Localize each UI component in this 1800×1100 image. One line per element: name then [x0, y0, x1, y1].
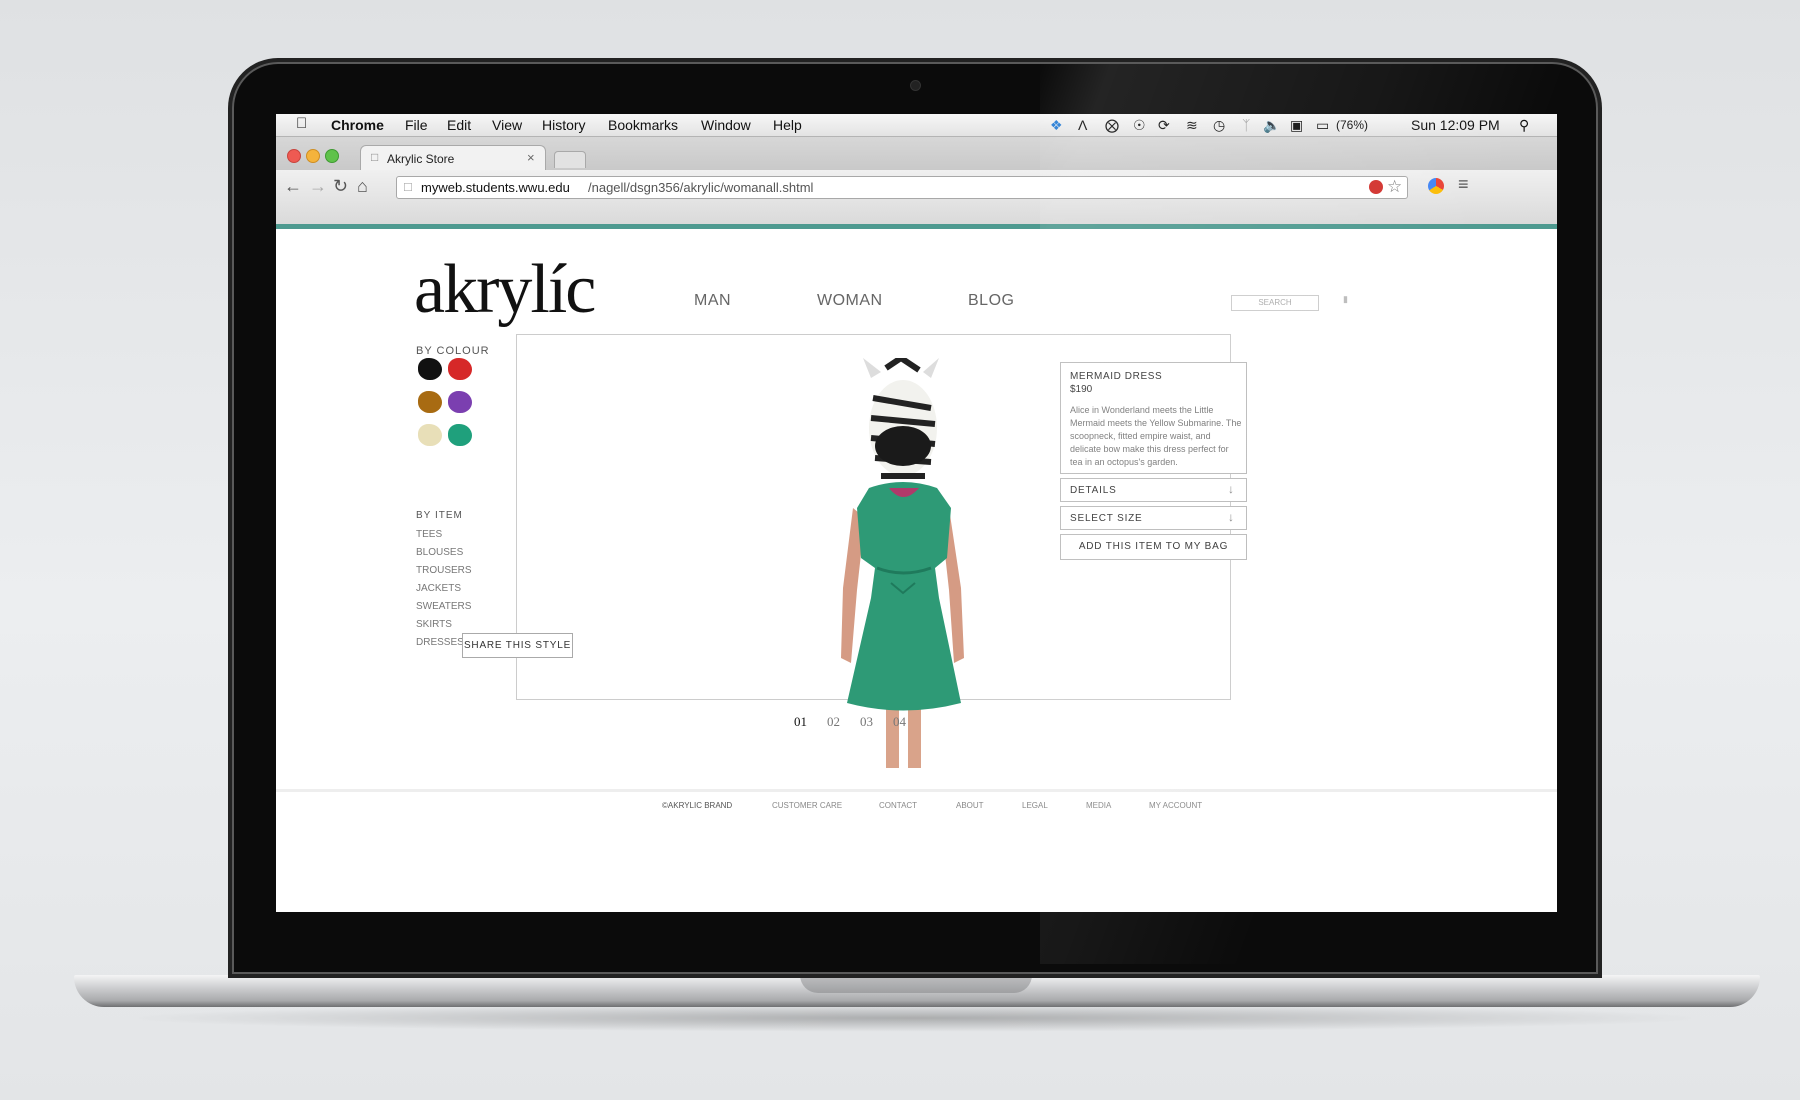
laptop-shadow — [110, 1004, 1720, 1032]
laptop-notch — [800, 975, 1032, 993]
time-machine-icon[interactable]: ◷ — [1213, 117, 1225, 134]
close-window-button[interactable] — [287, 149, 301, 163]
product-info-card: MERMAID DRESS $190 Alice in Wonderland m… — [1060, 362, 1247, 474]
menu-history[interactable]: History — [542, 117, 586, 133]
battery-percent: (76%) — [1336, 118, 1369, 132]
volume-icon[interactable]: 🔈 — [1263, 117, 1280, 134]
bluetooth-share-icon[interactable]: ☉ — [1133, 117, 1146, 134]
select-size-label: SELECT SIZE — [1070, 513, 1143, 524]
details-label: DETAILS — [1070, 485, 1117, 496]
spotlight-search-icon[interactable]: ⚲ — [1519, 117, 1529, 134]
accent-bar — [276, 224, 1557, 229]
bluetooth-icon[interactable]: ᛉ — [1242, 117, 1250, 133]
bag-icon[interactable]: ▮ — [1343, 294, 1348, 305]
address-bar[interactable]: □ myweb.students.wwu.edu /nagell/dsgn356… — [396, 176, 1408, 199]
add-to-bag-button[interactable]: ADD THIS ITEM TO MY BAG — [1060, 534, 1247, 560]
page-icon: □ — [371, 150, 379, 164]
chevron-down-icon: ↓ — [1228, 482, 1235, 496]
select-size-dropdown[interactable]: SELECT SIZE ↓ — [1060, 506, 1247, 530]
footer-contact[interactable]: CONTACT — [879, 801, 917, 810]
menu-app-name[interactable]: Chrome — [331, 117, 384, 133]
battery-icon[interactable]: ▭ — [1316, 117, 1329, 134]
item-tees[interactable]: TEES — [416, 529, 442, 540]
item-trousers[interactable]: TROUSERS — [416, 565, 472, 576]
details-dropdown[interactable]: DETAILS ↓ — [1060, 478, 1247, 502]
item-jackets[interactable]: JACKETS — [416, 583, 461, 594]
clock[interactable]: Sun 12:09 PM — [1411, 117, 1500, 133]
item-skirts[interactable]: SKIRTS — [416, 619, 452, 630]
display-icon[interactable]: ▣ — [1290, 117, 1303, 134]
page-03[interactable]: 03 — [860, 714, 873, 730]
tab-strip: □ Akrylic Store × — [276, 137, 1557, 171]
screen:  Chrome File Edit View History Bookmark… — [276, 114, 1557, 912]
menu-file[interactable]: File — [405, 117, 428, 133]
menu-edit[interactable]: Edit — [447, 117, 471, 133]
close-tab-icon[interactable]: × — [527, 150, 535, 165]
nav-woman[interactable]: WOMAN — [817, 292, 883, 310]
back-icon[interactable]: ← — [284, 176, 302, 197]
colour-swatch[interactable] — [448, 424, 472, 446]
colour-swatch[interactable] — [448, 391, 472, 413]
dropbox-icon[interactable]: ❖ — [1050, 117, 1063, 134]
chevron-down-icon: ↓ — [1228, 510, 1235, 524]
menu-icon[interactable]: ≡ — [1458, 174, 1469, 195]
search-input[interactable]: SEARCH — [1231, 295, 1319, 311]
menu-help[interactable]: Help — [773, 117, 802, 133]
footer-my-account[interactable]: MY ACCOUNT — [1149, 801, 1202, 810]
tab-akrylic-store[interactable]: □ Akrylic Store × — [360, 145, 546, 171]
site-logo[interactable]: akrylíc — [414, 250, 596, 330]
camera — [911, 81, 920, 90]
page-01[interactable]: 01 — [794, 714, 807, 730]
tab-title: Akrylic Store — [387, 152, 455, 166]
forward-icon[interactable]: → — [309, 176, 327, 197]
item-blouses[interactable]: BLOUSES — [416, 547, 463, 558]
site-footer: ©AKRYLIC BRAND CUSTOMER CARE CONTACT ABO… — [276, 789, 1557, 816]
new-tab-button[interactable] — [554, 151, 586, 168]
product-price: $190 — [1070, 384, 1093, 395]
sync-status-icon[interactable]: ⨂ — [1105, 117, 1119, 134]
reload-icon[interactable]: ↻ — [333, 176, 348, 197]
colour-swatch[interactable] — [418, 358, 442, 380]
footer-media[interactable]: MEDIA — [1086, 801, 1111, 810]
colour-swatch[interactable] — [418, 391, 442, 413]
product-description: Alice in Wonderland meets the Little Mer… — [1070, 405, 1242, 467]
menu-view[interactable]: View — [492, 117, 522, 133]
page-icon: □ — [404, 179, 412, 194]
footer-legal[interactable]: LEGAL — [1022, 801, 1048, 810]
by-colour-heading: BY COLOUR — [416, 345, 490, 357]
nav-blog[interactable]: BLOG — [968, 292, 1014, 310]
page-04[interactable]: 04 — [893, 714, 906, 730]
url-host: myweb.students.wwu.edu — [421, 180, 570, 195]
colour-swatch[interactable] — [418, 424, 442, 446]
bookmark-star-icon[interactable]: ☆ — [1387, 177, 1402, 197]
menu-bookmarks[interactable]: Bookmarks — [608, 117, 678, 133]
mac-menubar:  Chrome File Edit View History Bookmark… — [276, 114, 1557, 137]
browser-toolbar: ← → ↻ ⌂ □ myweb.students.wwu.edu /nagell… — [276, 170, 1557, 225]
footer-about[interactable]: ABOUT — [956, 801, 984, 810]
nav-man[interactable]: MAN — [694, 292, 731, 310]
zoom-window-button[interactable] — [325, 149, 339, 163]
minimize-window-button[interactable] — [306, 149, 320, 163]
footer-copyright: ©AKRYLIC BRAND — [662, 801, 733, 810]
footer-customer-care[interactable]: CUSTOMER CARE — [772, 801, 842, 810]
apple-icon[interactable]:  — [296, 115, 307, 132]
product-photo — [841, 358, 964, 768]
extension-icon[interactable] — [1428, 178, 1444, 194]
home-icon[interactable]: ⌂ — [357, 176, 368, 197]
item-sweaters[interactable]: SWEATERS — [416, 601, 471, 612]
adblock-icon[interactable] — [1369, 180, 1383, 194]
colour-swatch[interactable] — [448, 358, 472, 380]
adobe-icon[interactable]: Λ — [1078, 117, 1087, 133]
by-item-heading: BY ITEM — [416, 510, 463, 521]
wifi-icon[interactable]: ≋ — [1186, 117, 1198, 134]
url-path: /nagell/dsgn356/akrylic/womanall.shtml — [588, 180, 814, 195]
refresh-icon[interactable]: ⟳ — [1158, 117, 1170, 134]
menu-window[interactable]: Window — [701, 117, 751, 133]
share-style-button[interactable]: SHARE THIS STYLE — [462, 633, 573, 658]
product-name: MERMAID DRESS — [1070, 371, 1163, 382]
item-dresses[interactable]: DRESSES — [416, 637, 464, 648]
page-02[interactable]: 02 — [827, 714, 840, 730]
